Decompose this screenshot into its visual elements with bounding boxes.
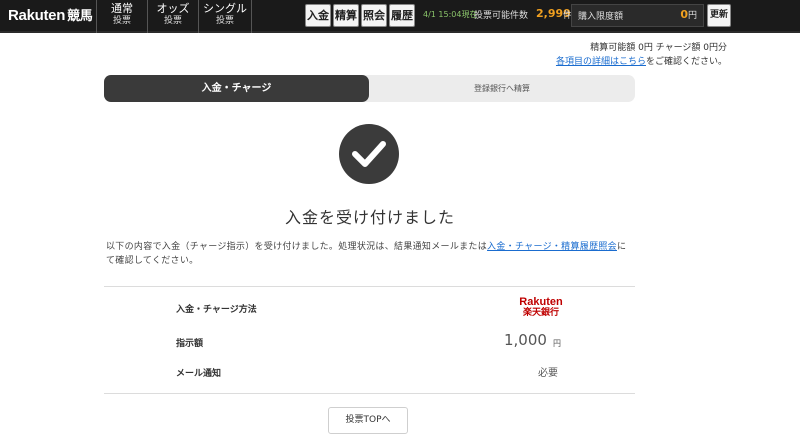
nav-odds-sub: 投票	[163, 16, 182, 26]
nav-single-sub: 投票	[215, 16, 234, 26]
refresh-button[interactable]: 更新	[707, 4, 731, 27]
details-link[interactable]: 各項目の詳細はこちら	[556, 57, 646, 67]
purchase-limit-label: 購入限度額	[578, 12, 624, 22]
mail-label: メール通知	[176, 369, 222, 379]
nav-single-label: シングル	[203, 2, 247, 15]
logo-text: Rakuten	[8, 7, 66, 24]
check-icon	[339, 124, 399, 184]
nav-normal-sub: 投票	[112, 16, 131, 26]
tab-bank-settle[interactable]: 登録銀行へ精算	[369, 75, 635, 102]
tab-deposit-charge[interactable]: 入金・チャージ	[104, 75, 369, 102]
details-info-line: 各項目の詳細はこちらをご確認ください。	[556, 54, 727, 67]
rakuten-bank-logo: Rakuten 楽天銀行	[518, 296, 564, 319]
mail-value: 必要	[538, 368, 558, 379]
amount-value: 1,000	[504, 331, 547, 349]
timestamp: 4/1 15:04現在	[423, 10, 478, 19]
logo-suffix: 競馬	[67, 9, 93, 24]
mode-tabs: 入金・チャージ 登録銀行へ精算	[104, 75, 635, 102]
amount-unit: 円	[553, 339, 561, 348]
history-inquiry-link[interactable]: 入金・チャージ・精算履歴照会	[487, 242, 617, 252]
description-prefix: 以下の内容で入金（チャージ指示）を受け付けました。処理状況は、結果通知メールまた…	[106, 242, 488, 252]
rakuten-bank-logo-jp: 楽天銀行	[522, 308, 559, 318]
nav-odds-label: オッズ	[156, 2, 190, 15]
settle-button[interactable]: 精算	[333, 4, 359, 27]
vote-count-label: 投票可能件数	[474, 11, 529, 21]
amount-label: 指示額	[176, 339, 204, 349]
purchase-limit-value-group: 0円	[680, 8, 697, 21]
nav-normal-label: 通常	[111, 2, 133, 15]
divider	[104, 286, 635, 287]
nav-normal-vote[interactable]: 通常 投票	[97, 2, 147, 31]
rakuten-bank-logo-en: Rakuten	[519, 296, 563, 308]
purchase-limit-box: 購入限度額 0円	[571, 4, 704, 27]
rakuten-keiba-logo[interactable]: Rakuten 競馬	[8, 5, 93, 27]
history-button[interactable]: 履歴	[389, 4, 415, 27]
description: 以下の内容で入金（チャージ指示）を受け付けました。処理状況は、結果通知メールまた…	[106, 240, 631, 268]
purchase-limit-unit: 円	[687, 11, 697, 21]
nav-single-vote[interactable]: シングル 投票	[199, 2, 251, 31]
balance-info: 精算可能額 0円 チャージ額 0円分	[590, 43, 727, 53]
top-header-bar: Rakuten 競馬 通常 投票 オッズ 投票 シングル 投票 入金 精算 照会 …	[0, 0, 800, 33]
purchase-limit-value: 0	[680, 8, 688, 21]
details-suffix: をご確認ください。	[645, 57, 727, 67]
page-title: 入金を受け付けました	[284, 208, 455, 227]
inquiry-button[interactable]: 照会	[361, 4, 387, 27]
divider	[104, 393, 635, 394]
vote-top-button[interactable]: 投票TOPへ	[328, 407, 408, 434]
method-label: 入金・チャージ方法	[176, 305, 257, 315]
nav-odds-vote[interactable]: オッズ 投票	[148, 2, 198, 31]
deposit-button[interactable]: 入金	[305, 4, 331, 27]
nav-divider	[251, 0, 252, 33]
